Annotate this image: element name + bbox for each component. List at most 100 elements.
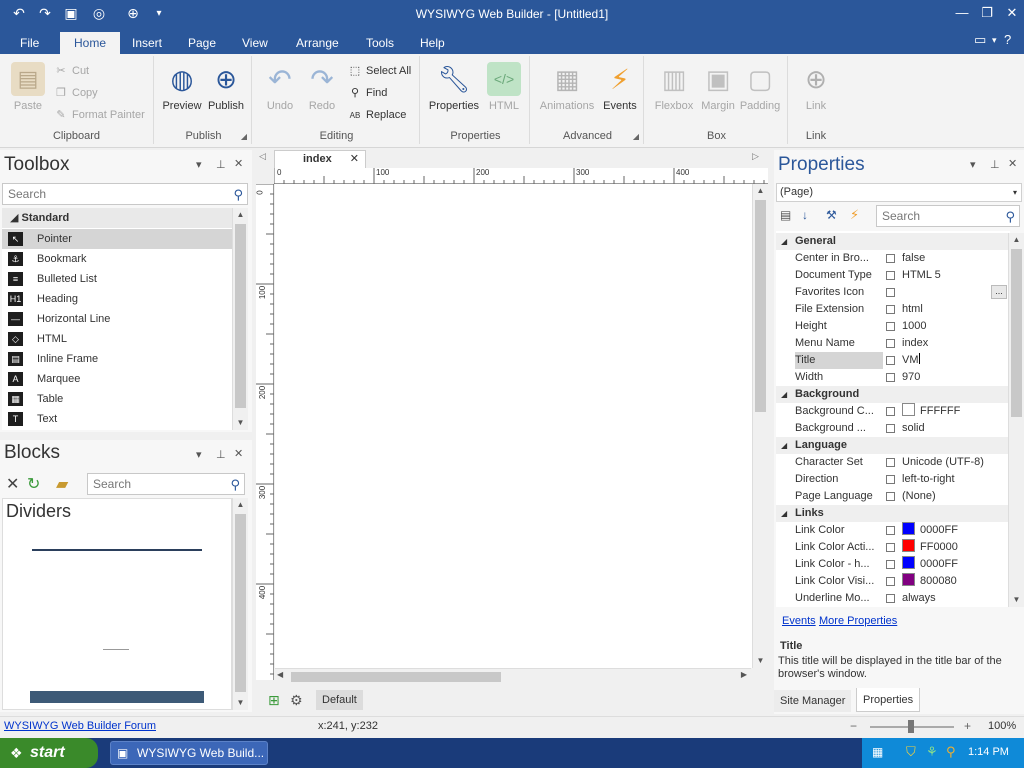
object-selector[interactable]: (Page) ▾	[776, 183, 1022, 202]
prop-row-background-color[interactable]: Background C... FFFFFF	[776, 403, 1010, 420]
toolbox-item-html[interactable]: ◇ HTML	[2, 329, 232, 349]
scroll-up-icon[interactable]: ▲	[753, 184, 768, 198]
canvas-vscroll[interactable]: ▲ ▼	[752, 184, 768, 668]
animations-button[interactable]: ▦ Animations	[536, 60, 598, 113]
prop-row-file-extension[interactable]: File Extension html	[776, 301, 1010, 318]
prop-row-background-style[interactable]: Background ... solid	[776, 420, 1010, 437]
scroll-up-icon[interactable]: ▲	[233, 498, 248, 512]
properties-scrollbar[interactable]: ▲ ▼	[1008, 233, 1024, 607]
minimize-button[interactable]: —	[950, 4, 974, 22]
zoom-in-icon[interactable]: +	[964, 719, 971, 733]
keyboard-icon[interactable]: ▦	[872, 745, 883, 759]
scroll-down-icon[interactable]: ▼	[753, 654, 768, 668]
properties-close-icon[interactable]: ✕	[1008, 157, 1017, 170]
select-all-button[interactable]: ⬚ Select All	[348, 62, 411, 80]
prop-row-favorites-icon[interactable]: Favorites Icon...	[776, 284, 1010, 301]
toolbox-close-icon[interactable]: ✕	[234, 157, 243, 170]
site-manager-tab[interactable]: Site Manager	[774, 690, 852, 712]
dropdown-arrow-icon[interactable]: ▾	[1013, 184, 1017, 201]
folder-icon[interactable]: ▰	[56, 474, 68, 494]
scroll-thumb[interactable]	[291, 672, 501, 682]
browse-button[interactable]: ...	[991, 285, 1007, 299]
margin-button[interactable]: ▣ Margin	[694, 60, 742, 113]
tab-tools[interactable]: Tools	[356, 32, 404, 54]
master-page-settings-icon[interactable]: ⚙	[290, 692, 303, 709]
events-lightning-icon[interactable]: ⚡︎	[850, 207, 859, 223]
sort-az-icon[interactable]: ↓	[802, 208, 808, 222]
link-button[interactable]: ⊕ Link	[792, 60, 840, 113]
cut-button[interactable]: ✂ Cut	[54, 62, 89, 80]
prop-row-height[interactable]: Height 1000	[776, 318, 1010, 335]
redo-button[interactable]: ↷ Redo	[298, 60, 346, 113]
format-painter-button[interactable]: ✎ Format Painter	[54, 106, 144, 124]
blocks-search-input[interactable]: Search ⚲	[87, 473, 245, 495]
search-icon[interactable]: ⚲	[1005, 207, 1015, 227]
delete-block-icon[interactable]: ✕	[6, 474, 19, 494]
scroll-down-icon[interactable]: ▼	[233, 416, 248, 430]
wrench-small-icon[interactable]: ⚒	[826, 208, 837, 222]
prop-row-link-color-hover[interactable]: Link Color - h... 0000FF	[776, 556, 1010, 573]
title-value-input[interactable]: VM	[902, 354, 919, 366]
scroll-right-icon[interactable]: ▶	[741, 670, 747, 679]
scroll-thumb[interactable]	[235, 514, 246, 692]
blocks-menu-icon[interactable]: ▾	[196, 448, 202, 461]
search-tray-icon[interactable]: ⚲	[946, 744, 956, 760]
tab-page[interactable]: Page	[178, 32, 226, 54]
prop-row-menu-name[interactable]: Menu Name index	[776, 335, 1010, 352]
events-button[interactable]: ⚡︎ Events	[596, 60, 644, 113]
document-tab[interactable]: index ✕	[274, 150, 366, 168]
maximize-button[interactable]: ❐	[975, 4, 999, 22]
prop-row-document-type[interactable]: Document Type HTML 5	[776, 267, 1010, 284]
blocks-pin-icon[interactable]: ⊥	[216, 448, 226, 461]
publish-launcher-icon[interactable]: ◢	[241, 132, 247, 141]
network-icon[interactable]: ⚘	[926, 744, 938, 760]
tab-scroll-right-icon[interactable]: ▷	[752, 151, 759, 162]
toolbox-item-pointer[interactable]: ↖ Pointer	[2, 229, 232, 249]
toolbox-search-input[interactable]: Search ⚲	[2, 183, 248, 205]
padding-button[interactable]: ▢ Padding	[736, 60, 784, 113]
undo-button[interactable]: ↶ Undo	[256, 60, 304, 113]
taskbar-wysiwyg-button[interactable]: ▣ WYSIWYG Web Build...	[110, 741, 268, 765]
scroll-down-icon[interactable]: ▼	[233, 696, 248, 710]
properties-tab[interactable]: Properties	[856, 688, 921, 712]
blocks-scrollbar[interactable]: ▲ ▼	[232, 498, 248, 710]
toolbox-pin-icon[interactable]: ⊥	[216, 158, 226, 171]
prop-row-link-color[interactable]: Link Color 0000FF	[776, 522, 1010, 539]
scroll-thumb[interactable]	[235, 224, 246, 408]
tab-view[interactable]: View	[232, 32, 278, 54]
toolbox-item-bookmark[interactable]: ⚓ Bookmark	[2, 249, 232, 269]
add-master-page-icon[interactable]: ⊞	[268, 692, 280, 709]
more-properties-link[interactable]: More Properties	[819, 615, 897, 627]
find-button[interactable]: ⚲ Find	[348, 84, 387, 102]
prop-row-center[interactable]: Center in Bro... false	[776, 250, 1010, 267]
prop-row-character-set[interactable]: Character Set Unicode (UTF-8)	[776, 454, 1010, 471]
properties-search-input[interactable]: Search ⚲	[876, 205, 1020, 227]
tab-home[interactable]: Home	[60, 32, 121, 54]
forum-link[interactable]: WYSIWYG Web Builder Forum	[4, 720, 156, 732]
prop-row-title[interactable]: Title VM	[776, 352, 1010, 369]
toolbox-item-bulleted-list[interactable]: ≡ Bulleted List	[2, 269, 232, 289]
tab-file[interactable]: File	[10, 32, 49, 54]
toolbox-item-text[interactable]: T Text	[2, 409, 232, 429]
divider-preview-text[interactable]	[103, 649, 129, 650]
display-options-icon[interactable]: ▭	[974, 32, 986, 48]
toolbox-item-horizontal-line[interactable]: — Horizontal Line	[2, 309, 232, 329]
flexbox-button[interactable]: ▥ Flexbox	[650, 60, 698, 113]
refresh-icon[interactable]: ↻	[27, 474, 40, 494]
toolbox-item-heading[interactable]: H1 Heading	[2, 289, 232, 309]
events-link[interactable]: Events	[782, 615, 816, 627]
publish-button[interactable]: ⊕ Publish	[202, 60, 250, 113]
close-button[interactable]: ✕	[1000, 4, 1024, 22]
start-button[interactable]: ❖ start	[0, 738, 98, 768]
properties-button[interactable]: 🔧︎ Properties	[428, 60, 480, 113]
properties-menu-icon[interactable]: ▾	[970, 158, 976, 171]
divider-preview-line[interactable]	[32, 549, 202, 551]
search-icon[interactable]: ⚲	[233, 185, 243, 205]
properties-pin-icon[interactable]: ⊥	[990, 158, 1000, 171]
security-shield-icon[interactable]: ⛉	[906, 744, 916, 760]
scroll-left-icon[interactable]: ◀	[277, 670, 283, 679]
default-layer-tab[interactable]: Default	[316, 690, 363, 710]
prop-category-language[interactable]: ◢ Language	[776, 437, 1010, 454]
display-options-arrow-icon[interactable]: ▾	[992, 35, 997, 46]
page-canvas[interactable]	[275, 184, 753, 668]
